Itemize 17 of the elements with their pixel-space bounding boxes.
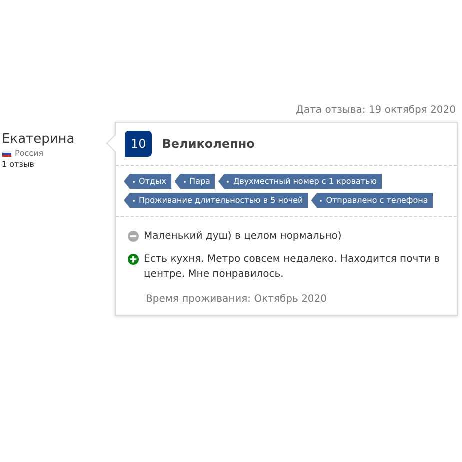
review-tag: Отправлено с телефона [311,193,434,208]
reviewer-name: Екатерина [2,132,76,147]
review-count: 1 отзыв [2,160,36,169]
review-tag: Отдых [124,174,172,189]
stay-period: Время проживания: Октябрь 2020 [145,294,328,305]
score-badge: 10 [125,131,152,157]
review-date: Дата отзыва: 19 октября 2020 [296,105,456,116]
minus-circle-icon [128,231,139,242]
plus-circle-icon [128,254,139,265]
review-tag: Пара [174,174,216,189]
reviewer-country: Россия [15,149,44,158]
negative-comment: Маленький душ) в целом нормально) [144,230,342,244]
score-label: Великолепно [162,137,255,151]
flag-icon [2,150,12,156]
positive-comment: Есть кухня. Метро совсем недалеко. Находится почти в центре. Мне понравилось. [144,253,442,282]
review-tag: Проживание длительностью в 5 ночей [124,193,308,208]
review-tag: Двухместный номер с 1 кроватью [218,174,382,189]
